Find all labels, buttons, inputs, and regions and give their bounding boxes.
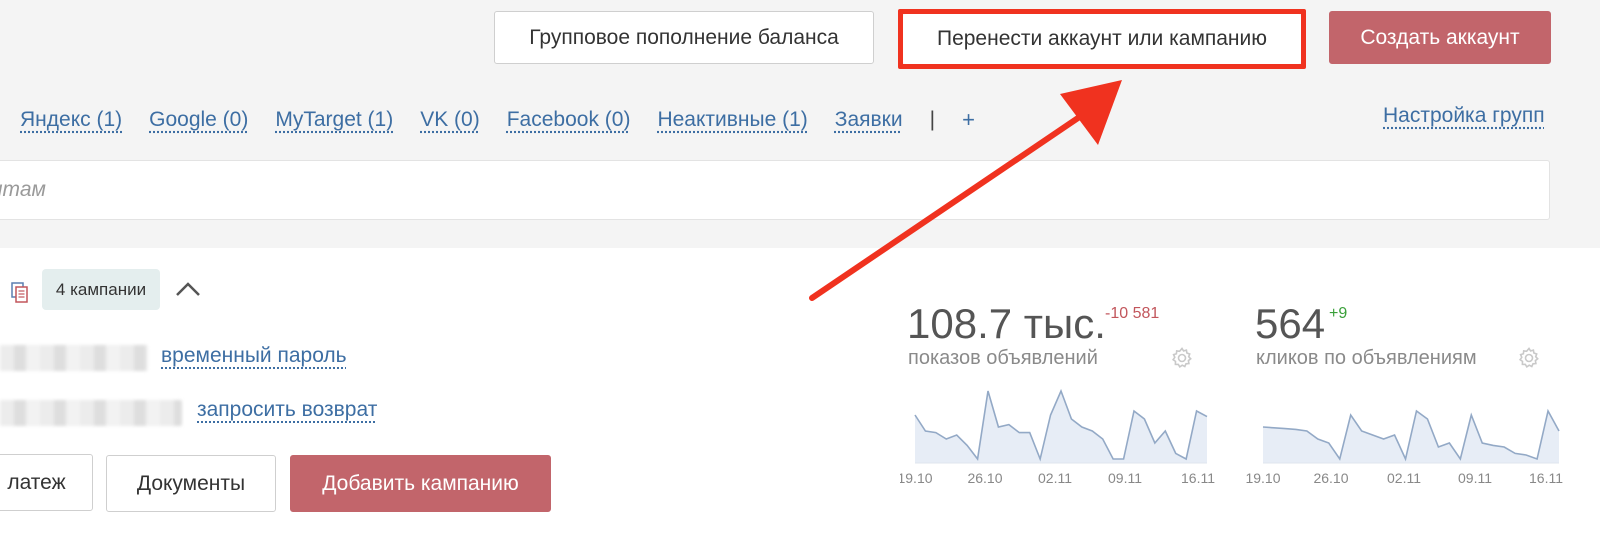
add-campaign-button[interactable]: Добавить кампанию [290,455,551,512]
impressions-chart: 19.10 26.10 02.11 09.11 16.11 [900,388,1215,486]
group-topup-button[interactable]: Групповое пополнение баланса [494,11,874,64]
x-tick-label: 19.10 [900,470,933,486]
add-tab-button[interactable]: + [962,107,975,133]
tab-mytarget[interactable]: MyTarget (1) [275,108,393,132]
search-placeholder: нтам [0,178,46,201]
impressions-value: 108.7 тыс. [907,300,1106,347]
chevron-up-icon[interactable] [175,280,201,298]
clicks-value: 564 [1255,300,1326,347]
tab-google[interactable]: Google (0) [149,108,248,132]
tab-facebook[interactable]: Facebook (0) [507,108,631,132]
payment-button[interactable]: латеж [0,454,93,511]
chart-area [915,391,1207,463]
redacted-balance [0,400,182,426]
x-tick-label: 02.11 [1038,470,1072,486]
clicks-chart: 19.10 26.10 02.11 09.11 16.11 [1245,408,1563,486]
x-tick-label: 09.11 [1108,470,1142,486]
impressions-label: показов объявлений [908,347,1098,369]
temp-password-link[interactable]: временный пароль [161,344,347,368]
clicks-label: кликов по объявлениям [1256,347,1477,369]
tab-yandex[interactable]: Яндекс (1) [20,108,122,132]
transfer-account-button[interactable]: Перенести аккаунт или кампанию [903,14,1301,64]
x-tick-label: 16.11 [1529,470,1563,486]
page: Групповое пополнение баланса Перенести а… [0,0,1600,533]
tab-requests[interactable]: Заявки [835,108,903,132]
account-tabs: Яндекс (1) Google (0) MyTarget (1) VK (0… [20,104,975,136]
tab-vk[interactable]: VK (0) [420,108,480,132]
create-account-button[interactable]: Создать аккаунт [1329,11,1551,64]
x-tick-label: 16.11 [1181,470,1215,486]
x-tick-label: 19.10 [1245,470,1280,486]
x-tick-label: 09.11 [1458,470,1492,486]
clicks-delta: +9 [1329,305,1348,322]
x-tick-label: 02.11 [1387,470,1421,486]
campaigns-count-badge[interactable]: 4 кампании [42,269,160,310]
x-tick-label: 26.10 [967,470,1002,486]
impressions-delta: -10 581 [1105,305,1160,322]
gear-icon[interactable] [1170,346,1194,370]
campaigns-icon [11,282,28,303]
search-input[interactable]: нтам [0,160,1550,220]
redacted-login [0,345,148,371]
documents-button[interactable]: Документы [106,455,276,512]
x-tick-label: 26.10 [1313,470,1348,486]
tab-inactive[interactable]: Неактивные (1) [657,108,807,132]
gear-icon[interactable] [1517,346,1541,370]
request-refund-link[interactable]: запросить возврат [197,398,377,422]
tabs-separator: | [929,108,936,131]
group-settings-link[interactable]: Настройка групп [1383,104,1545,128]
